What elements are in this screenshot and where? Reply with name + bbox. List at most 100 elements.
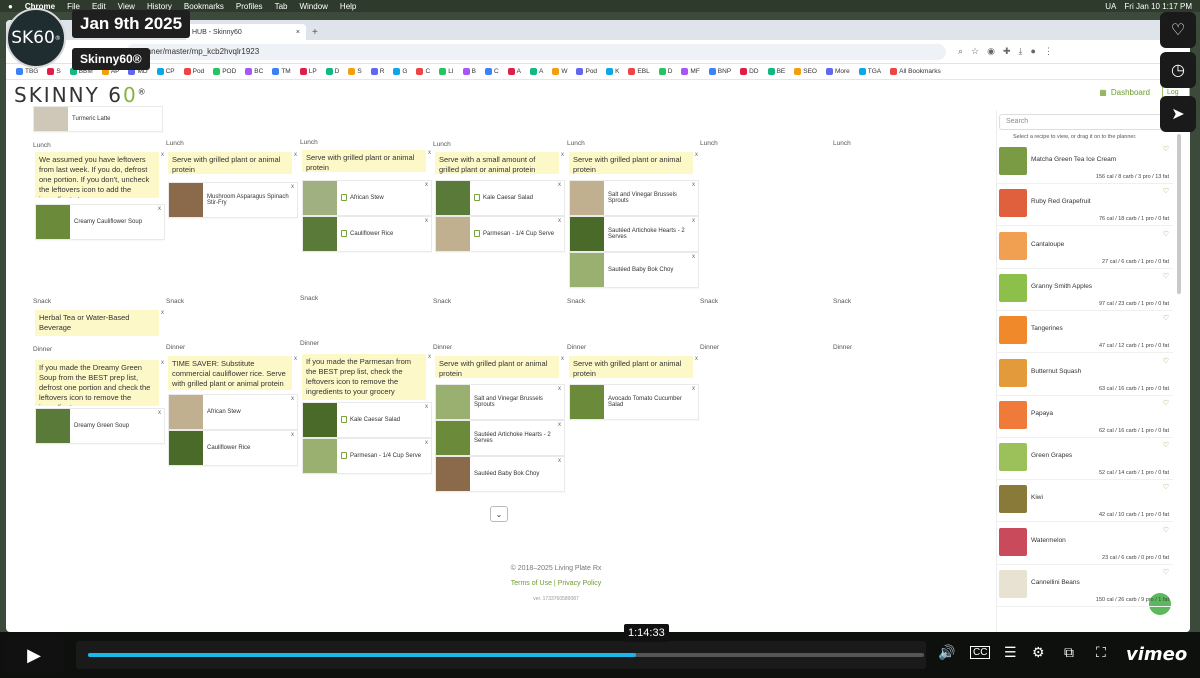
- recipe-card[interactable]: Sautéed Artichoke Hearts - 2 Serves x: [435, 420, 565, 456]
- note-close-icon[interactable]: x: [161, 360, 164, 366]
- favorite-heart-icon[interactable]: ♡: [1163, 399, 1169, 407]
- favorite-heart-icon[interactable]: ♡: [1163, 145, 1169, 153]
- sidebar-recipe-item[interactable]: Matcha Green Tea Ice Cream ♡ 156 cal / 8 c…: [997, 144, 1173, 184]
- bookmark-item[interactable]: S: [348, 67, 362, 75]
- note-close-icon[interactable]: x: [294, 356, 297, 362]
- favorite-heart-icon[interactable]: ♡: [1163, 272, 1169, 280]
- bookmark-item[interactable]: D: [325, 67, 339, 75]
- remove-recipe-icon[interactable]: x: [558, 182, 561, 188]
- remove-recipe-icon[interactable]: x: [558, 386, 561, 392]
- leftovers-icon[interactable]: [474, 194, 480, 202]
- sidebar-recipe-item[interactable]: Butternut Squash ♡ 63 cal / 16 carb / 1 pr…: [997, 356, 1173, 396]
- fullscreen-icon[interactable]: ⛶: [1096, 644, 1106, 661]
- favorite-heart-icon[interactable]: ♡: [1163, 441, 1169, 449]
- bookmark-item[interactable]: DD: [740, 67, 759, 75]
- menu-item[interactable]: Tab: [275, 2, 288, 11]
- bookmark-item[interactable]: TGA: [858, 67, 881, 75]
- bookmark-item[interactable]: B: [462, 67, 476, 75]
- recipe-card[interactable]: African Stew x: [168, 394, 298, 430]
- favorite-heart-icon[interactable]: ♡: [1163, 187, 1169, 195]
- recipe-card[interactable]: Kale Caesar Salad x: [302, 402, 432, 438]
- recipe-card[interactable]: Sautéed Baby Bok Choy x: [435, 456, 565, 492]
- remove-recipe-icon[interactable]: x: [692, 254, 695, 260]
- bookmark-item[interactable]: CP: [156, 67, 175, 75]
- zoom-icon[interactable]: ⌕: [958, 46, 963, 57]
- note-close-icon[interactable]: x: [428, 354, 431, 360]
- sidebar-recipe-item[interactable]: Cantaloupe ♡ 27 cal / 6 carb / 1 pro / 0 f…: [997, 229, 1173, 269]
- bookmark-item[interactable]: Pod: [183, 67, 204, 75]
- note-close-icon[interactable]: x: [561, 152, 564, 158]
- bookmark-item[interactable]: All Bookmarks: [890, 67, 941, 75]
- video-title[interactable]: Jan 9th 2025: [72, 10, 191, 38]
- menu-item[interactable]: Help: [340, 2, 356, 11]
- input-language[interactable]: UA: [1105, 2, 1116, 11]
- transcript-icon[interactable]: ☰: [1004, 644, 1017, 661]
- leftovers-icon[interactable]: [341, 194, 347, 202]
- sidebar-recipe-item[interactable]: Granny Smith Apples ♡ 97 cal / 23 carb / 1…: [997, 271, 1173, 311]
- favorite-heart-icon[interactable]: ♡: [1163, 483, 1169, 491]
- remove-recipe-icon[interactable]: x: [425, 182, 428, 188]
- sidebar-recipe-item[interactable]: Ruby Red Grapefruit ♡ 76 cal / 18 carb / 1…: [997, 186, 1173, 227]
- remove-recipe-icon[interactable]: x: [558, 218, 561, 224]
- recipe-card[interactable]: Creamy Cauliflower Soup x: [35, 204, 165, 240]
- recipe-card[interactable]: Salt and Vinegar Brussels Sprouts x: [435, 384, 565, 420]
- remove-recipe-icon[interactable]: x: [291, 432, 294, 438]
- dashboard-link[interactable]: ▦ Dashboard: [1099, 88, 1150, 97]
- recipe-card[interactable]: Kale Caesar Salad x: [435, 180, 565, 216]
- recipe-card[interactable]: Parmesan - 1/4 Cup Serve x: [302, 438, 432, 474]
- bookmark-item[interactable]: More: [825, 67, 850, 75]
- recipe-card[interactable]: Cauliflower Rice x: [168, 430, 298, 466]
- bookmark-item[interactable]: BC: [245, 67, 263, 75]
- leftovers-icon[interactable]: [341, 416, 347, 424]
- bookmark-item[interactable]: A: [530, 67, 543, 75]
- bookmark-star-icon[interactable]: ☆: [971, 46, 979, 57]
- bookmark-item[interactable]: W: [552, 67, 567, 75]
- remove-recipe-icon[interactable]: x: [692, 386, 695, 392]
- expand-chevron-button[interactable]: ⌄: [490, 506, 508, 522]
- search-input[interactable]: Search: [999, 114, 1165, 130]
- remove-recipe-icon[interactable]: x: [558, 458, 561, 464]
- extensions-puzzle-icon[interactable]: ✚: [1003, 46, 1011, 57]
- sidebar-scrollbar[interactable]: [1177, 134, 1181, 294]
- remove-recipe-icon[interactable]: x: [425, 440, 428, 446]
- bookmark-item[interactable]: SEO: [794, 67, 817, 75]
- bookmark-item[interactable]: BNP: [708, 67, 731, 75]
- bookmark-item[interactable]: TBG: [16, 67, 38, 75]
- bookmark-item[interactable]: A: [507, 67, 521, 75]
- favorite-heart-icon[interactable]: ♡: [1163, 526, 1169, 534]
- bookmark-item[interactable]: POD: [213, 67, 236, 75]
- note-close-icon[interactable]: x: [294, 152, 297, 158]
- closed-captions-icon[interactable]: CC: [970, 646, 991, 659]
- vimeo-logo[interactable]: vimeo: [1126, 644, 1187, 665]
- leftovers-icon[interactable]: [474, 230, 480, 238]
- sidebar-recipe-item[interactable]: Tangerines ♡ 47 cal / 12 carb / 1 pro / 0 …: [997, 313, 1173, 354]
- remove-recipe-icon[interactable]: x: [291, 396, 294, 402]
- favorite-heart-icon[interactable]: ♡: [1163, 314, 1169, 322]
- recipe-card[interactable]: Cauliflower Rice x: [302, 216, 432, 252]
- play-button[interactable]: ▶: [4, 637, 64, 673]
- skinny60-logo[interactable]: SKINNY 60®: [14, 83, 148, 107]
- recipe-card[interactable]: African Stew x: [302, 180, 432, 216]
- remove-recipe-icon[interactable]: x: [425, 404, 428, 410]
- recipe-card[interactable]: Sautéed Artichoke Hearts - 2 Serves x: [569, 216, 699, 252]
- tab-skinny60[interactable]: HUB - Skinny60 ×: [186, 24, 306, 40]
- like-heart-icon[interactable]: ♡: [1160, 12, 1196, 48]
- menubar-clock[interactable]: Fri Jan 10 1:17 PM: [1124, 2, 1192, 11]
- note-close-icon[interactable]: x: [161, 310, 164, 316]
- privacy-link[interactable]: Privacy Policy: [558, 580, 602, 587]
- extension-icon[interactable]: ◉: [987, 46, 995, 57]
- recipe-card[interactable]: Mushroom Asparagus Spinach Stir-Fry x: [168, 182, 298, 218]
- share-send-icon[interactable]: ➤: [1160, 96, 1196, 132]
- menu-item[interactable]: Bookmarks: [184, 2, 224, 11]
- remove-recipe-icon[interactable]: x: [158, 206, 161, 212]
- bookmark-item[interactable]: K: [606, 67, 619, 75]
- progress-track[interactable]: [76, 641, 926, 669]
- apple-icon[interactable]: ●: [8, 2, 13, 11]
- bookmark-item[interactable]: C: [484, 67, 499, 75]
- terms-link[interactable]: Terms of Use: [511, 580, 552, 587]
- profile-avatar[interactable]: ●: [1031, 46, 1036, 57]
- sidebar-recipe-item[interactable]: Kiwi ♡ 42 cal / 10 carb / 1 pro / 0 fat: [997, 482, 1173, 523]
- menu-item[interactable]: Window: [299, 2, 327, 11]
- bookmark-item[interactable]: BE: [767, 67, 785, 75]
- sidebar-recipe-item[interactable]: Papaya ♡ 62 cal / 16 carb / 1 pro / 0 fat: [997, 398, 1173, 438]
